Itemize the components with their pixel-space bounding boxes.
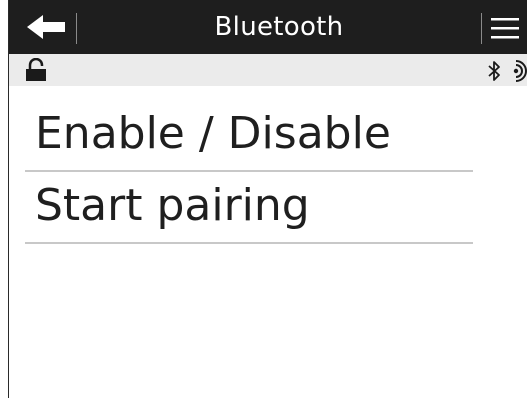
hamburger-menu-icon xyxy=(491,18,519,39)
page-title: Bluetooth xyxy=(214,12,344,42)
header-bar: Bluetooth xyxy=(9,0,527,54)
menu-item-label: Start pairing xyxy=(35,180,310,231)
header-divider-right xyxy=(481,13,482,44)
bluetooth-menu-list: Enable / Disable Start pairing xyxy=(25,100,473,244)
bluetooth-screen: Bluetooth Enable / Disable Start pairing xyxy=(0,0,527,398)
menu-button[interactable] xyxy=(485,10,525,46)
wireless-signal-icon xyxy=(513,60,527,82)
status-bar xyxy=(9,54,527,86)
menu-item-label: Enable / Disable xyxy=(35,108,391,159)
bluetooth-icon xyxy=(488,61,500,81)
back-button[interactable] xyxy=(19,8,77,46)
header-divider-left xyxy=(76,13,77,44)
arrow-left-icon xyxy=(27,15,65,39)
lock-icon xyxy=(26,58,46,81)
menu-item-enable-disable[interactable]: Enable / Disable xyxy=(25,100,473,172)
menu-item-start-pairing[interactable]: Start pairing xyxy=(25,172,473,244)
